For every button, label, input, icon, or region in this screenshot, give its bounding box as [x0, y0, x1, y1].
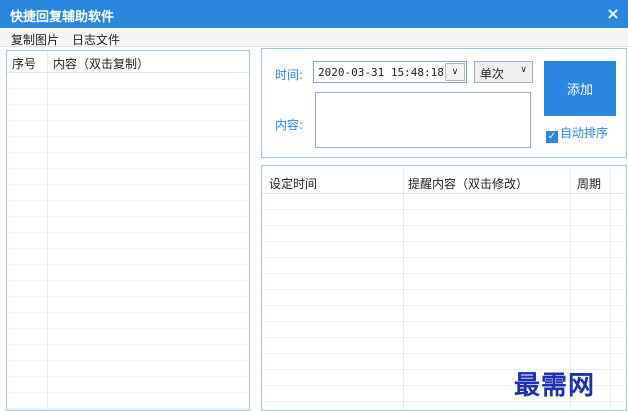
add-button[interactable]: 添加 — [544, 61, 616, 116]
repeat-select[interactable]: 单次 ∨ — [474, 61, 533, 83]
datetime-value[interactable]: 2020-03-31 15:48:18 — [318, 66, 444, 79]
column-header-index[interactable]: 序号 — [12, 55, 36, 72]
reminder-table-header: 设定时间 提醒内容（双击修改） 周期 — [262, 166, 626, 194]
column-header-content[interactable]: 内容（双击复制） — [53, 55, 149, 72]
content-label: 内容: — [275, 118, 304, 132]
repeat-value: 单次 — [480, 67, 505, 81]
reply-list-header: 序号 内容（双击复制） — [7, 51, 249, 73]
reply-list-rows[interactable] — [7, 73, 249, 410]
auto-sort-checkbox[interactable]: ✓ 自动排序 — [546, 124, 608, 143]
close-icon[interactable]: × — [598, 0, 628, 28]
column-header-period[interactable]: 周期 — [577, 175, 601, 192]
menu-item-copy-image[interactable]: 复制图片 — [11, 31, 59, 48]
chevron-down-icon: ∨ — [520, 65, 527, 75]
window-title: 快捷回复辅助软件 — [10, 10, 115, 25]
menu-item-log-file[interactable]: 日志文件 — [72, 31, 120, 48]
time-label: 时间: — [275, 68, 304, 82]
column-header-content[interactable]: 提醒内容（双击修改） — [408, 175, 528, 192]
checkbox-checked-icon[interactable]: ✓ — [546, 131, 558, 143]
title-bar: 快捷回复辅助软件 × — [0, 0, 628, 28]
reply-list[interactable]: 序号 内容（双击复制） — [6, 50, 250, 411]
watermark: 最需网 — [514, 371, 596, 401]
chevron-down-icon[interactable]: ∨ — [445, 63, 465, 81]
auto-sort-label: 自动排序 — [560, 126, 609, 140]
menu-bar: 复制图片 日志文件 — [0, 28, 628, 47]
content-input[interactable] — [315, 92, 531, 148]
column-header-time[interactable]: 设定时间 — [269, 175, 317, 192]
datetime-picker[interactable]: 2020-03-31 15:48:18 ∨ — [313, 61, 467, 83]
